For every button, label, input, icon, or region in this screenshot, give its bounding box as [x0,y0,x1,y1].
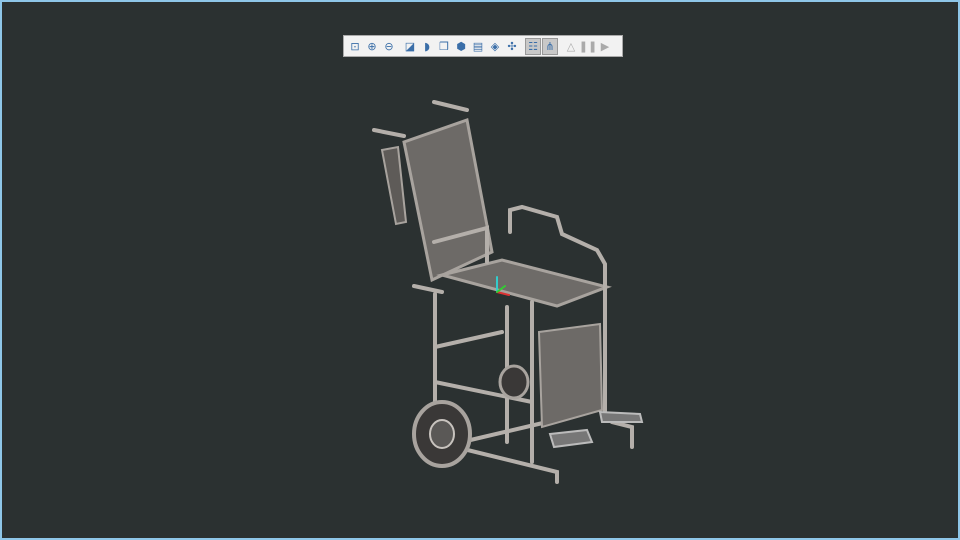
3d-viewport[interactable]: ⊡ ⊕ ⊖ ◪ ◗ ❒ ⬢ ▤ ◈ ✣ ☷ ⋔ △ ❚❚ ▶ [0,0,960,540]
backrest [372,100,494,283]
wheelchair-model[interactable] [2,2,958,538]
leg-panel [537,322,604,429]
